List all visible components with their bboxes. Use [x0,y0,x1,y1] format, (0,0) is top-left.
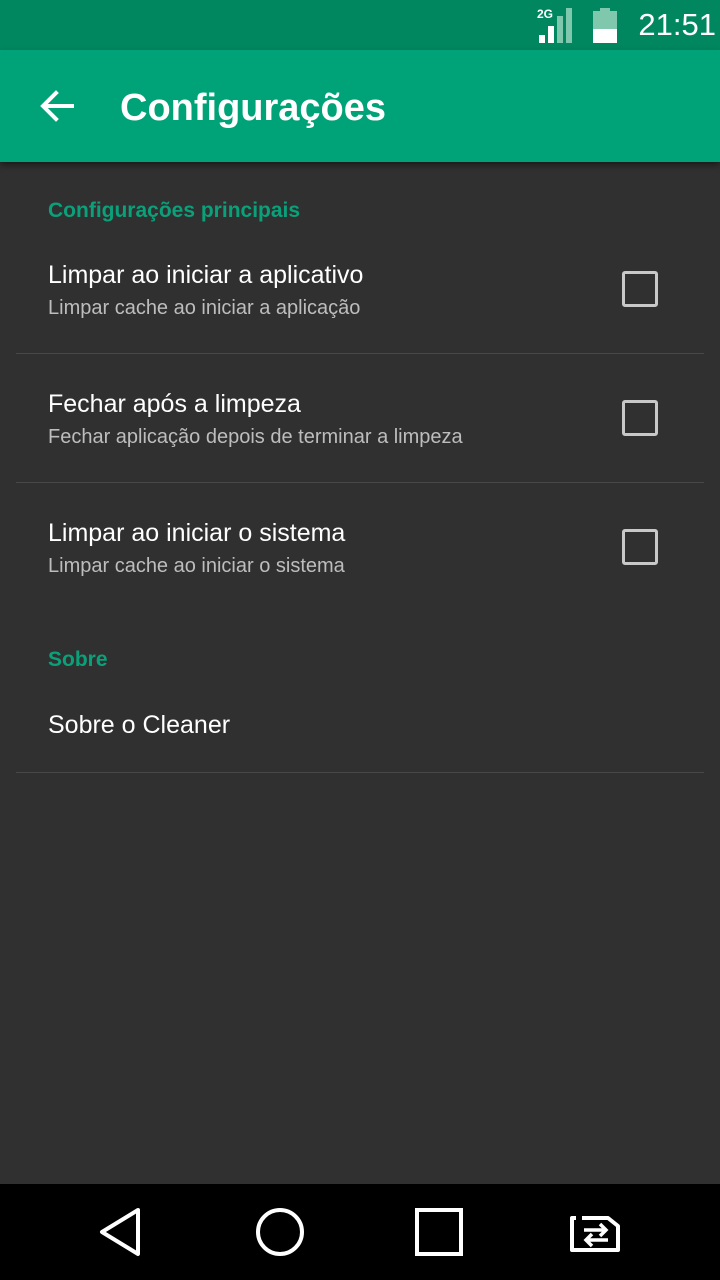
home-circle-icon[interactable] [252,1204,308,1260]
battery-icon [593,8,617,43]
pref-about-cleaner[interactable]: Sobre o Cleaner [0,676,720,772]
pref-title: Limpar ao iniciar a aplicativo [48,261,364,289]
recents-square-icon[interactable] [411,1204,467,1260]
pref-close-after-clean[interactable]: Fechar após a limpeza Fechar aplicação d… [0,354,720,482]
pref-summary: Limpar cache ao iniciar a aplicação [48,297,361,319]
checkbox-close-after-clean[interactable] [622,400,658,436]
divider [16,772,704,773]
pref-title: Limpar ao iniciar o sistema [48,519,346,547]
pref-clean-on-app-start[interactable]: Limpar ao iniciar a aplicativo Limpar ca… [0,224,720,354]
status-bar: 2G 21:51 [0,0,720,50]
pref-clean-on-boot[interactable]: Limpar ao iniciar o sistema Limpar cache… [0,483,720,613]
navigation-bar [0,1184,720,1280]
pref-title: Fechar após a limpeza [48,390,301,418]
section-header-main: Configurações principais [48,199,301,222]
switch-app-icon[interactable] [568,1204,624,1260]
signal-icon: 2G [537,7,572,43]
checkbox-clean-on-boot[interactable] [622,529,658,565]
pref-summary: Limpar cache ao iniciar o sistema [48,555,345,577]
pref-summary: Fechar aplicação depois de terminar a li… [48,426,463,448]
checkbox-clean-on-app-start[interactable] [622,271,658,307]
network-type-label: 2G [537,7,553,21]
pref-title: Sobre o Cleaner [48,711,231,739]
arrow-back-icon[interactable] [28,78,84,134]
back-triangle-icon[interactable] [94,1204,150,1260]
app-bar: Configurações [0,50,720,162]
page-title: Configurações [120,87,387,129]
status-clock: 21:51 [638,7,716,42]
section-header-about: Sobre [48,648,108,671]
